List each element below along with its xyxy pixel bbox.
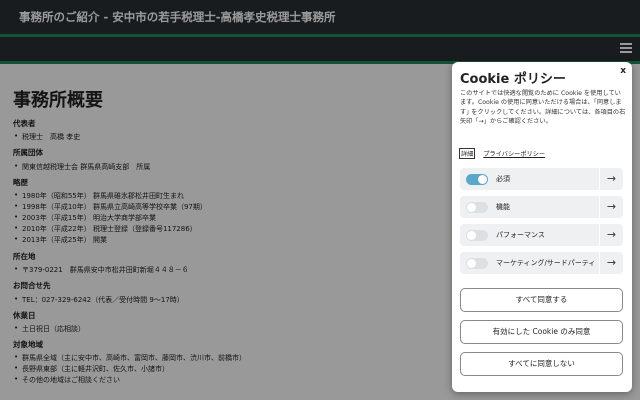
reject-all-button[interactable]: すべてに同意しない [460, 352, 623, 376]
arrow-right-icon[interactable]: → [599, 196, 623, 218]
cookie-links: 詳細 プライバシーポリシー [459, 148, 545, 159]
cookie-category-functional: 機能 → [460, 196, 623, 218]
marketing-toggle[interactable] [466, 258, 488, 269]
privacy-policy-link[interactable]: プライバシーポリシー [483, 151, 545, 158]
required-toggle[interactable] [466, 174, 488, 185]
category-label: マーケティング/サードパーティ [496, 259, 596, 267]
performance-toggle[interactable] [466, 230, 488, 241]
category-label: 必須 [496, 175, 510, 183]
arrow-right-icon[interactable]: → [599, 224, 623, 246]
cookie-consent-dialog: Cookie ポリシー x このサイトでは快適な閲覧のために Cookie を使… [452, 62, 632, 392]
cookie-category-performance: パフォーマンス → [460, 224, 623, 246]
close-icon[interactable]: x [620, 66, 626, 76]
category-label: パフォーマンス [496, 231, 545, 239]
details-button[interactable]: 詳細 [459, 148, 476, 159]
arrow-right-icon[interactable]: → [599, 168, 623, 190]
accept-selected-button[interactable]: 有効にした Cookie のみ同意 [460, 320, 623, 344]
accept-all-button[interactable]: すべて同意する [460, 288, 623, 312]
category-label: 機能 [496, 203, 510, 211]
cookie-category-required: 必須 → [460, 168, 623, 190]
cookie-category-marketing: マーケティング/サードパーティ → [460, 252, 623, 274]
cookie-description: このサイトでは快適な閲覧のために Cookie を使用しています。Cookie … [460, 90, 626, 125]
cookie-dialog-title: Cookie ポリシー [460, 72, 566, 87]
functional-toggle[interactable] [466, 202, 488, 213]
arrow-right-icon[interactable]: → [599, 252, 623, 274]
